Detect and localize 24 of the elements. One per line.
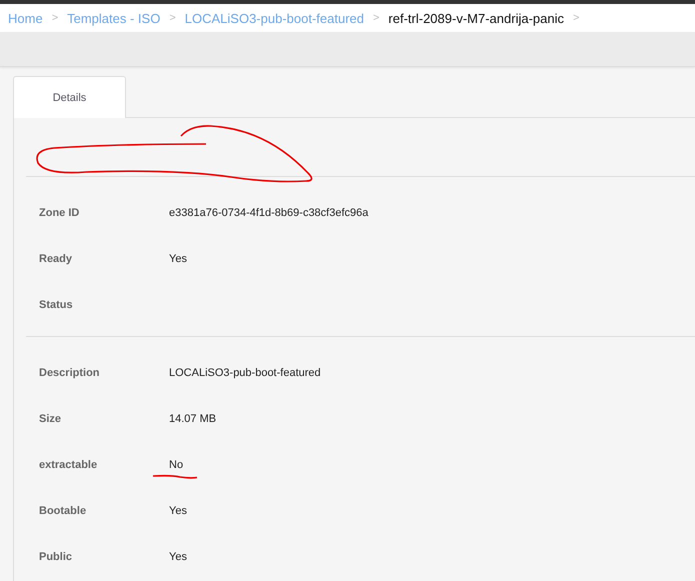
field-label: Zone ID [38,207,80,219]
field-label: Public [38,551,74,563]
breadcrumb-current: ref-trl-2089-v-M7-andrija-panic [388,10,564,26]
field-label: extractable [38,459,98,471]
field-label: Description [38,367,101,379]
field-value: Yes [169,551,187,563]
breadcrumb-link[interactable]: Templates - ISO [67,10,160,26]
field-value: No [169,459,184,471]
field-label: Size [38,413,62,425]
breadcrumb-separator: > [169,12,176,24]
field-value: Yes [169,253,187,265]
breadcrumb-link[interactable]: LOCALiSO3-pub-boot-featured [184,10,364,26]
field-label: Status [38,299,74,311]
field-label: Bootable [38,505,88,517]
breadcrumb-separator: > [372,12,380,24]
field-value: LOCALiSO3-pub-boot-featured [169,367,321,379]
breadcrumb-link[interactable]: Home [8,10,43,26]
breadcrumb-separator: > [572,12,580,24]
field-value: Yes [169,505,187,517]
field-value: e3381a76-0734-4f1d-8b69-c38cf3efc96a [169,207,368,219]
tab[interactable]: Details [13,76,126,118]
field-value: 14.07 MB [169,413,216,425]
breadcrumb-separator: > [52,12,58,24]
field-label: Ready [38,253,74,265]
